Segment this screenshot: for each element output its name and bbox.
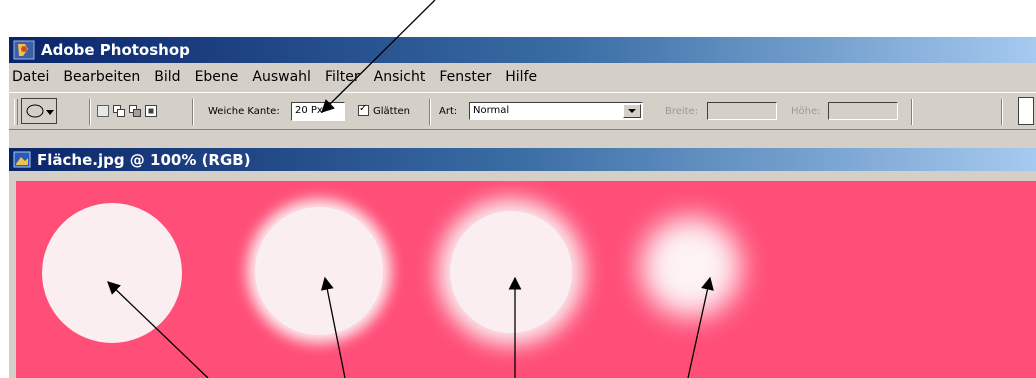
menu-ansicht[interactable]: Ansicht — [367, 69, 433, 85]
toolbar-grip[interactable] — [14, 99, 18, 125]
width-label: Breite: — [665, 106, 699, 117]
document-icon — [13, 151, 31, 168]
antialias-label: Glätten — [373, 106, 410, 117]
options-bar: Weiche Kante: 20 Px ✓ Glätten Art: Norma… — [9, 92, 1036, 130]
add-selection-icon[interactable] — [113, 105, 125, 117]
circle-hard-edge — [42, 203, 182, 343]
feather-label: Weiche Kante: — [208, 106, 280, 117]
toolbar-separator — [192, 99, 194, 125]
document-title: Fläche.jpg @ 100% (RGB) — [37, 150, 251, 169]
palette-well-icon[interactable] — [1018, 97, 1034, 125]
menu-bild[interactable]: Bild — [147, 69, 187, 85]
app-title: Adobe Photoshop — [41, 41, 190, 59]
style-label: Art: — [439, 106, 458, 117]
document-title-bar: Fläche.jpg @ 100% (RGB) — [9, 148, 1036, 171]
menu-hilfe[interactable]: Hilfe — [498, 69, 544, 85]
antialias-checkbox[interactable]: ✓ — [358, 103, 369, 116]
style-select-value: Normal — [473, 105, 510, 116]
dropdown-arrow-icon — [628, 109, 636, 113]
circle-soft-edge-small — [255, 207, 383, 335]
elliptical-marquee-icon — [25, 102, 45, 123]
style-select[interactable]: Normal — [469, 102, 643, 120]
new-selection-icon[interactable] — [97, 105, 109, 117]
menu-bearbeiten[interactable]: Bearbeiten — [56, 69, 147, 85]
menu-filter[interactable]: Filter — [318, 69, 367, 85]
toolbar-separator — [89, 99, 91, 125]
app-title-bar: Adobe Photoshop — [9, 37, 1036, 63]
toolbar-separator — [911, 99, 913, 125]
width-input[interactable] — [707, 102, 777, 120]
menu-fenster[interactable]: Fenster — [432, 69, 498, 85]
menu-datei[interactable]: Datei — [9, 69, 56, 85]
subtract-selection-icon[interactable] — [129, 105, 141, 117]
toolbar-separator — [429, 99, 431, 125]
photoshop-window: Adobe Photoshop Datei Bearbeiten Bild Eb… — [9, 37, 1036, 378]
photoshop-icon — [13, 40, 35, 60]
height-label: Höhe: — [791, 106, 821, 117]
circle-soft-edge-medium — [450, 211, 572, 333]
dropdown-arrow-icon — [46, 108, 54, 119]
menu-ebene[interactable]: Ebene — [188, 69, 246, 85]
circle-soft-edge-large — [641, 217, 741, 317]
feather-input[interactable]: 20 Px — [291, 102, 345, 121]
toolbar-separator — [1001, 99, 1003, 125]
height-input[interactable] — [828, 102, 898, 120]
image-canvas[interactable] — [16, 181, 1036, 378]
menu-auswahl[interactable]: Auswahl — [245, 69, 318, 85]
menu-bar: Datei Bearbeiten Bild Ebene Auswahl Filt… — [9, 63, 1036, 90]
style-dropdown-button[interactable] — [623, 104, 641, 118]
tool-preset-picker[interactable] — [21, 98, 57, 124]
intersect-selection-icon[interactable] — [145, 105, 157, 117]
